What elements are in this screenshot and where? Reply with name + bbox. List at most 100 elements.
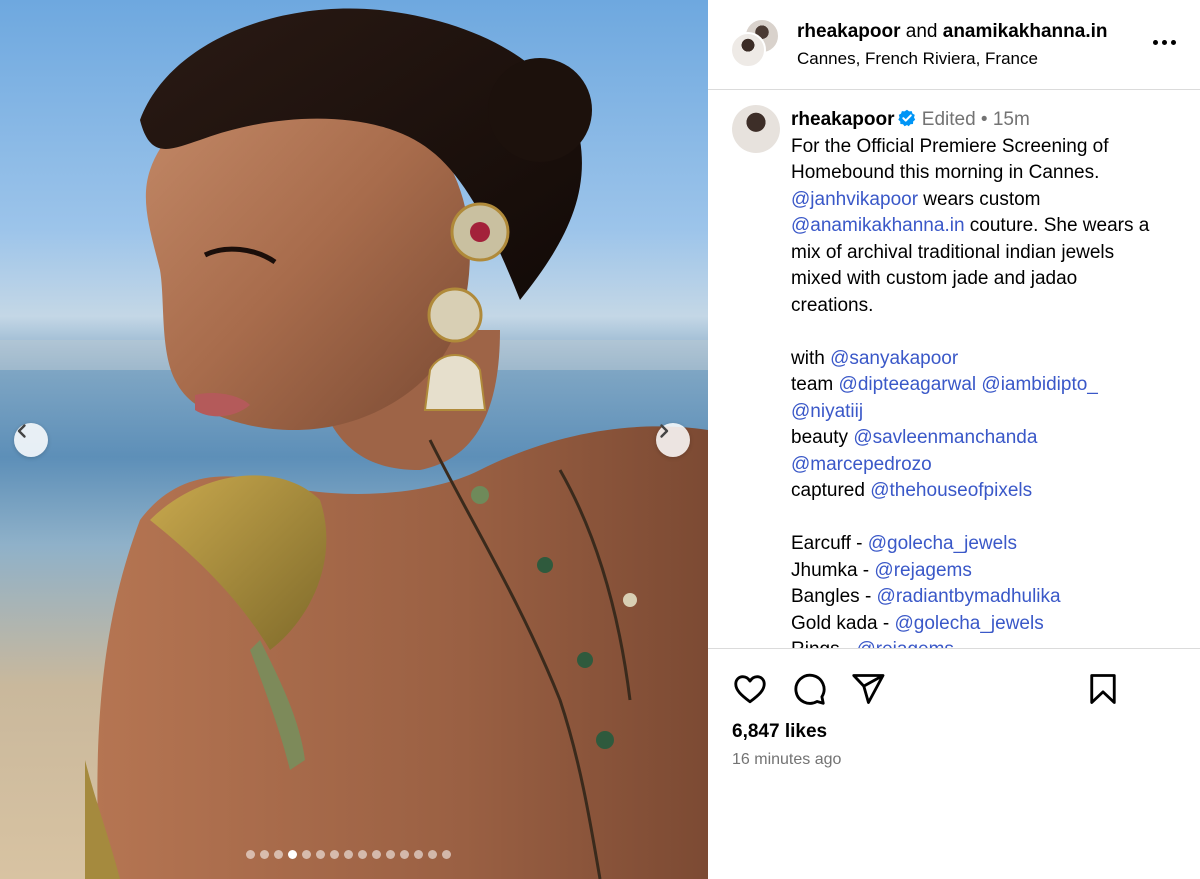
caption-line: mix of archival traditional indian jewel… [791,240,1183,267]
previous-image-button[interactable] [14,423,48,457]
caption-line: captured @thehouseofpixels [791,478,1183,505]
carousel-dots [246,850,451,859]
caption-line: with @sanyakapoor [791,346,1183,373]
more-options-button[interactable] [1148,30,1180,54]
collab-avatars[interactable] [730,18,782,70]
carousel-dot [260,850,269,859]
caption-line: Gold kada - @golecha_jewels [791,611,1183,638]
save-button[interactable] [1085,671,1121,707]
post-authors: rheakapoor and anamikakhanna.in [797,20,1107,44]
caption-text-segment: couture. She wears a [964,215,1150,236]
mention-link[interactable]: @marcepedrozo [791,454,932,475]
like-button[interactable] [732,671,768,707]
mention-link[interactable]: @golecha_jewels [895,613,1044,634]
post-actions-bar: 6,847 likes 16 minutes ago [708,648,1200,879]
carousel-dot [330,850,339,859]
mention-link[interactable]: @radiantbymadhulika [877,586,1061,607]
chevron-left-icon [17,424,26,438]
caption-text-segment: For the Official Premiere Screening of [791,135,1109,157]
caption-line: Bangles - @radiantbymadhulika [791,584,1183,611]
heart-icon [734,675,766,704]
carousel-dot [246,850,255,859]
mention-link[interactable]: @thehouseofpixels [870,480,1032,501]
avatar[interactable] [730,32,766,68]
comment-icon [794,673,826,705]
caption-text-segment: Rings - [791,639,856,648]
caption-text-segment: mix of archival traditional indian jewel… [791,241,1115,263]
author-link-secondary[interactable]: anamikakhanna.in [943,21,1108,42]
carousel-dot [358,850,367,859]
author-link-primary[interactable]: rheakapoor [797,21,900,42]
carousel-dot [414,850,423,859]
caption-lines: For the Official Premiere Screening of Ho… [791,134,1183,649]
caption-line: mixed with custom jade and jadao [791,266,1183,293]
mention-link[interactable]: @rejagems [874,560,971,581]
carousel-dot-active [288,850,297,859]
caption-text-segment: mixed with custom jade and jadao [791,268,1078,289]
location-link[interactable]: Cannes, French Riviera, France [797,48,1038,70]
avatar[interactable] [732,105,780,153]
mention-link[interactable]: @rejagems [856,639,953,648]
bookmark-icon [1090,674,1116,704]
more-dot [1161,39,1167,45]
caption-text: rheakapoor Edited • 15m For the Official… [791,107,1183,648]
caption-text-segment: Jhumka - [791,559,875,581]
mention-link[interactable]: @anamikakhanna.in [791,215,965,236]
caption-text-segment: Gold kada - [791,612,895,634]
caption-text-segment: captured [791,480,871,501]
chevron-right-icon [660,424,669,438]
likes-count[interactable]: 6,847 likes [732,721,827,743]
photo-illustration [0,8,708,879]
mention-link[interactable]: @sanyakapoor [830,348,958,369]
carousel-dot [372,850,381,859]
caption-line: Earcuff - @golecha_jewels [791,531,1183,558]
carousel-dot [274,850,283,859]
caption-line: creations. [791,293,1183,320]
more-dot [1152,39,1158,45]
authors-joiner: and [905,21,938,42]
mention-link[interactable]: @golecha_jewels [868,533,1017,554]
caption-text-segment: with [791,347,831,369]
edited-label: Edited [921,109,976,130]
caption-username[interactable]: rheakapoor [791,109,894,130]
caption-line: @niyatiij [791,399,1183,426]
mention-link[interactable]: @niyatiij [791,401,863,422]
carousel-dot [386,850,395,859]
carousel-dot [316,850,325,859]
caption-line: @janhvikapoor wears custom [791,187,1183,214]
post-timestamp[interactable]: 16 minutes ago [732,751,841,769]
meta-separator: • [980,109,988,130]
comment-button[interactable] [791,671,827,707]
carousel-dot [442,850,451,859]
send-icon [852,674,885,704]
caption-line: Jhumka - @rejagems [791,558,1183,585]
caption-line: Homebound this morning in Cannes. [791,160,1183,187]
caption-area[interactable]: rheakapoor Edited • 15m For the Official… [708,91,1200,648]
post-photo[interactable] [0,0,708,879]
caption-line: Rings - @rejagems [791,637,1183,648]
caption-text-segment: Homebound this morning in Cannes. [791,162,1100,183]
caption-line: @anamikakhanna.in couture. She wears a [791,213,1183,240]
caption-text-segment: Bangles - [791,586,877,607]
next-image-button[interactable] [656,423,690,457]
verified-badge-icon [898,109,916,127]
mention-link[interactable]: @dipteeagarwal [839,374,977,395]
post-header: rheakapoor and anamikakhanna.in Cannes, … [708,0,1200,90]
caption-line: beauty @savleenmanchanda [791,425,1183,452]
mention-link[interactable]: @iambidipto_ [981,374,1097,395]
caption-text-segment: wears custom [918,188,1041,210]
caption-line: For the Official Premiere Screening of [791,134,1183,161]
caption-line: team @dipteeagarwal @iambidipto_ [791,372,1183,399]
mention-link[interactable]: @janhvikapoor [791,189,918,210]
more-dot [1170,39,1176,45]
mention-link[interactable]: @savleenmanchanda [853,427,1037,448]
share-button[interactable] [850,671,886,707]
caption-meta-row: rheakapoor Edited • 15m [791,107,1183,134]
caption-line: @marcepedrozo [791,452,1183,479]
caption-text-segment: Earcuff - [791,533,868,554]
carousel-dot [344,850,353,859]
caption-text-segment: beauty [791,427,854,448]
post-time: 15m [992,109,1030,130]
